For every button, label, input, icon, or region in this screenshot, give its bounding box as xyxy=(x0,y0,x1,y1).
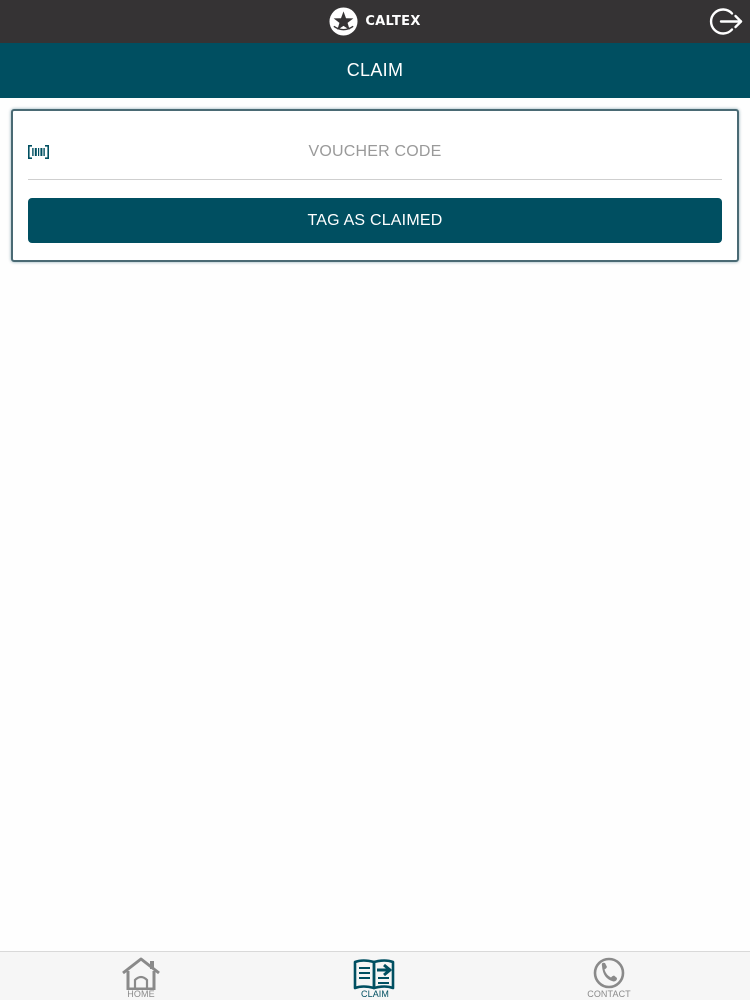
tab-home-label: HOME xyxy=(127,989,155,999)
home-icon xyxy=(122,957,160,990)
claim-icon xyxy=(353,959,395,990)
bottom-tab-bar: HOME CLAIM CONTACT xyxy=(0,951,750,1000)
page-title: CLAIM xyxy=(346,60,404,80)
tab-claim-label: CLAIM xyxy=(360,989,389,999)
barcode-icon[interactable] xyxy=(28,144,49,160)
logout-button[interactable] xyxy=(708,5,744,38)
claim-card: TAG AS CLAIMED xyxy=(11,109,739,262)
tab-contact-label: CONTACT xyxy=(587,989,631,999)
app-screen: CALTEX CLAIM VOUCHER CODE TAG AS CLAIMED… xyxy=(0,0,750,1000)
brand: CALTEX xyxy=(329,7,420,36)
voucher-field-row xyxy=(28,125,722,180)
tab-contact[interactable]: CONTACT xyxy=(554,952,664,1000)
logout-icon xyxy=(709,8,743,35)
title-bar: CLAIM xyxy=(0,43,750,98)
tag-as-claimed-button[interactable]: TAG AS CLAIMED xyxy=(28,198,722,243)
tab-home[interactable]: HOME xyxy=(86,952,196,1000)
caltex-star-logo-icon xyxy=(329,7,358,36)
brand-name: CALTEX xyxy=(365,14,421,29)
tab-claim[interactable]: CLAIM xyxy=(320,952,430,1000)
contact-icon xyxy=(593,957,625,989)
top-bar: CALTEX xyxy=(0,0,750,43)
voucher-code-input[interactable] xyxy=(49,132,701,172)
